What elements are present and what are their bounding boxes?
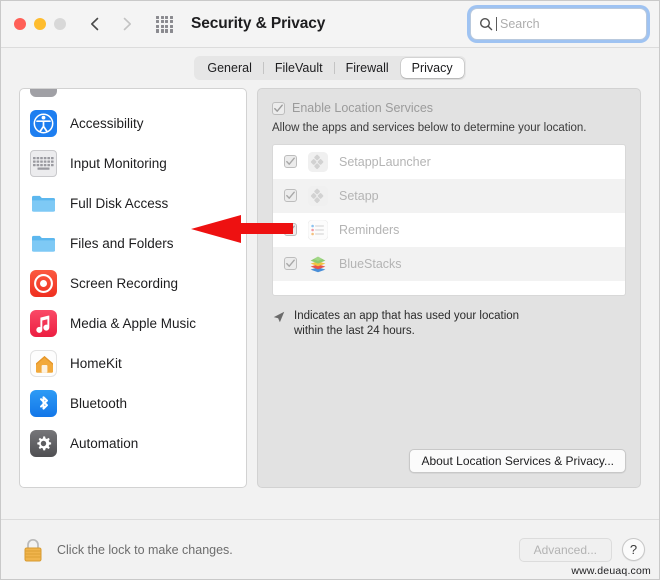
sidebar-item-label: Accessibility <box>70 115 144 131</box>
closed-lock-icon[interactable] <box>21 536 45 564</box>
homekit-icon <box>30 349 57 377</box>
gear-icon <box>30 429 57 457</box>
location-apps-list[interactable]: SetappLauncher Setapp Reminders BlueStac… <box>272 143 626 296</box>
sidebar-item-media-apple-music[interactable]: Media & Apple Music <box>20 303 246 343</box>
keyboard-icon <box>30 149 57 177</box>
tab-group: General FileVault Firewall Privacy <box>194 56 466 80</box>
sidebar-item-label: Automation <box>70 435 139 451</box>
sidebar-item-input-monitoring[interactable]: Input Monitoring <box>20 143 246 183</box>
minimize-window-button[interactable] <box>34 18 46 30</box>
enable-location-services-checkbox[interactable] <box>272 101 285 115</box>
sidebar-item-label: Full Disk Access <box>70 195 169 211</box>
enable-location-services-label: Enable Location Services <box>292 101 434 115</box>
tab-filevault[interactable]: FileVault <box>264 58 334 78</box>
app-checkbox[interactable] <box>284 189 297 203</box>
watermark: www.deuaq.com <box>571 565 651 577</box>
traffic-lights <box>14 18 66 30</box>
text-caret <box>496 17 497 31</box>
main-content: Accessibility Input Monitoring Full Disk… <box>19 88 641 488</box>
folder-icon <box>30 190 57 217</box>
tab-privacy[interactable]: Privacy <box>400 58 464 78</box>
sidebar-item-label: Input Monitoring <box>70 155 167 171</box>
location-note-text: Indicates an app that has used your loca… <box>294 309 520 338</box>
sidebar-item-partial[interactable] <box>20 89 246 103</box>
accessibility-icon <box>30 109 57 137</box>
close-window-button[interactable] <box>14 18 26 30</box>
setapp-icon <box>308 185 328 206</box>
search-placeholder: Search <box>500 17 540 31</box>
list-item[interactable]: Setapp <box>273 178 625 213</box>
sidebar-item-accessibility[interactable]: Accessibility <box>20 103 246 143</box>
partial-cut-off-icon <box>30 89 57 97</box>
navigation-buttons <box>88 17 134 31</box>
sidebar-item-label: Media & Apple Music <box>70 315 197 331</box>
footer-bar: Click the lock to make changes. Advanced… <box>1 519 659 579</box>
help-button[interactable]: ? <box>622 538 645 561</box>
location-description: Allow the apps and services below to det… <box>272 122 587 134</box>
tab-firewall[interactable]: Firewall <box>335 58 400 78</box>
privacy-category-sidebar[interactable]: Accessibility Input Monitoring Full Disk… <box>19 88 247 488</box>
sidebar-item-full-disk-access[interactable]: Full Disk Access <box>20 183 246 223</box>
back-arrow-icon[interactable] <box>88 17 102 31</box>
list-item[interactable]: Reminders <box>273 213 625 247</box>
sidebar-item-label: Bluetooth <box>70 395 128 411</box>
reminders-icon <box>307 219 329 241</box>
tab-general[interactable]: General <box>196 58 262 78</box>
app-name: BlueStacks <box>339 256 402 271</box>
sidebar-scroll-area: Accessibility Input Monitoring Full Disk… <box>20 89 246 463</box>
screen-recording-icon <box>30 269 57 297</box>
sidebar-item-homekit[interactable]: HomeKit <box>20 343 246 383</box>
app-name: Setapp <box>339 188 379 203</box>
app-name: SetappLauncher <box>339 154 431 169</box>
list-item[interactable]: BlueStacks <box>273 246 625 281</box>
show-all-grid-icon[interactable] <box>156 15 173 33</box>
advanced-button[interactable]: Advanced... <box>518 537 612 562</box>
about-location-services-button[interactable]: About Location Services & Privacy... <box>409 449 626 473</box>
titlebar: Security & Privacy Search <box>1 1 659 48</box>
setapp-icon <box>308 151 328 172</box>
bluestacks-icon <box>308 254 328 274</box>
sidebar-item-automation[interactable]: Automation <box>20 423 246 463</box>
location-services-panel: Enable Location Services Allow the apps … <box>257 88 641 488</box>
sidebar-item-label: HomeKit <box>70 355 122 371</box>
app-checkbox[interactable] <box>284 257 297 271</box>
sidebar-item-bluetooth[interactable]: Bluetooth <box>20 383 246 423</box>
app-name: Reminders <box>339 222 400 237</box>
folder-icon <box>30 230 57 257</box>
app-checkbox[interactable] <box>284 155 297 169</box>
forward-arrow-icon[interactable] <box>120 17 134 31</box>
lock-hint-text: Click the lock to make changes. <box>57 542 233 557</box>
search-icon <box>479 17 493 31</box>
search-field[interactable]: Search <box>470 8 647 40</box>
sidebar-item-screen-recording[interactable]: Screen Recording <box>20 263 246 303</box>
list-item[interactable]: SetappLauncher <box>273 145 625 179</box>
music-icon <box>30 309 57 337</box>
bluetooth-icon <box>30 389 57 417</box>
page-title: Security & Privacy <box>191 15 326 32</box>
location-note: Indicates an app that has used your loca… <box>272 309 626 340</box>
app-checkbox[interactable] <box>284 223 297 237</box>
security-privacy-window: Security & Privacy Search General FileVa… <box>0 0 660 580</box>
sidebar-item-label: Files and Folders <box>70 235 174 251</box>
sidebar-item-files-and-folders[interactable]: Files and Folders <box>20 223 246 263</box>
sidebar-item-label: Screen Recording <box>70 275 179 291</box>
zoom-window-button[interactable] <box>54 18 66 30</box>
enable-location-services-row[interactable]: Enable Location Services <box>272 101 626 115</box>
tab-bar: General FileVault Firewall Privacy <box>1 48 659 88</box>
location-arrow-icon <box>272 310 286 329</box>
